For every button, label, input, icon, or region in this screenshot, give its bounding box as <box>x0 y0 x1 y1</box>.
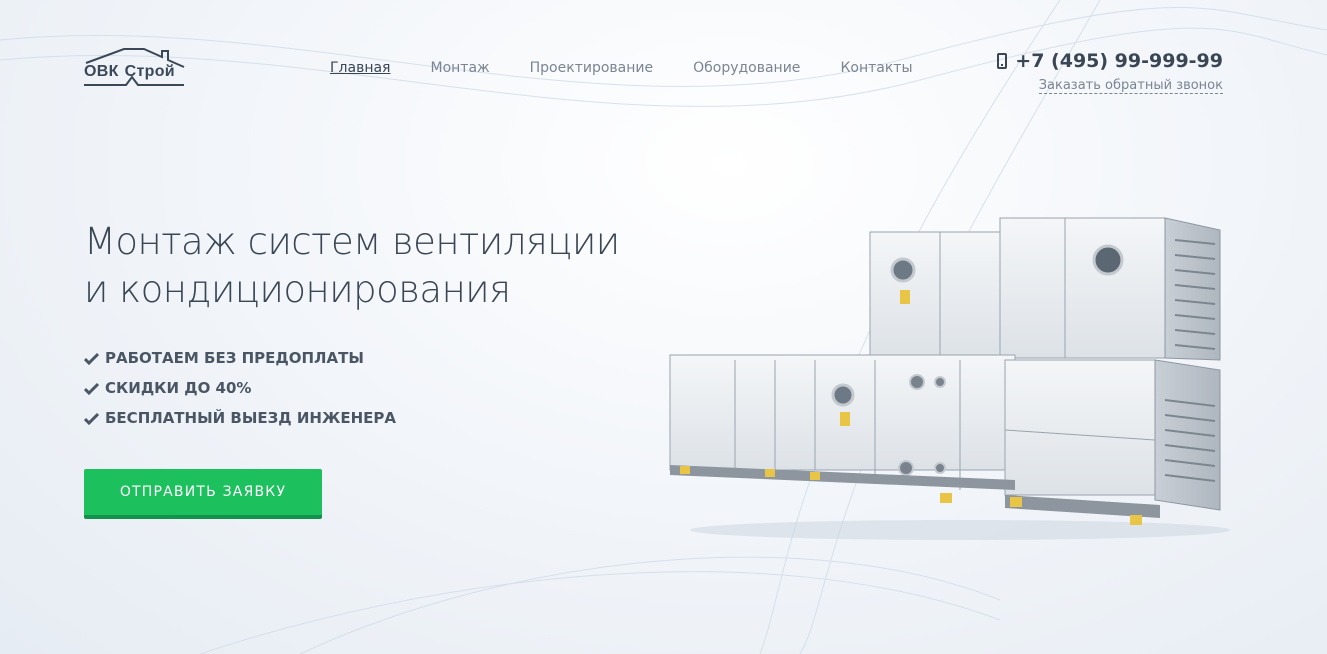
feature-label: РАБОТАЕМ БЕЗ ПРЕДОПЛАТЫ <box>105 349 364 367</box>
checkmark-icon <box>84 382 99 395</box>
logo-text-stroy: Строй <box>124 63 175 80</box>
air-handling-unit-image <box>669 217 1230 540</box>
mobile-phone-icon <box>997 53 1008 69</box>
nav-item-design[interactable]: Проектирование <box>530 60 653 76</box>
nav-item-installation[interactable]: Монтаж <box>430 60 489 76</box>
hero-title-line1: Монтаж систем вентиляции <box>84 220 620 263</box>
feature-item: БЕСПЛАТНЫЙ ВЫЕЗД ИНЖЕНЕРА <box>84 403 396 433</box>
main-nav: Главная Монтаж Проектирование Оборудован… <box>330 60 913 76</box>
logo[interactable]: ОВК Строй <box>84 45 186 90</box>
checkmark-icon <box>84 412 99 425</box>
nav-item-home[interactable]: Главная <box>330 60 390 76</box>
nav-item-contacts[interactable]: Контакты <box>840 60 912 76</box>
feature-item: СКИДКИ ДО 40% <box>84 373 396 403</box>
feature-item: РАБОТАЕМ БЕЗ ПРЕДОПЛАТЫ <box>84 343 396 373</box>
feature-label: БЕСПЛАТНЫЙ ВЫЕЗД ИНЖЕНЕРА <box>105 409 396 427</box>
submit-request-button[interactable]: ОТПРАВИТЬ ЗАЯВКУ <box>84 469 322 519</box>
feature-list: РАБОТАЕМ БЕЗ ПРЕДОПЛАТЫ СКИДКИ ДО 40% БЕ… <box>84 343 396 433</box>
contact-block: +7 (495) 99-999-99 Заказать обратный зво… <box>997 50 1223 94</box>
nav-item-equipment[interactable]: Оборудование <box>693 60 800 76</box>
callback-link[interactable]: Заказать обратный звонок <box>1038 78 1223 94</box>
checkmark-icon <box>84 352 99 365</box>
hero-title: Монтаж систем вентиляции и кондициониров… <box>84 218 684 314</box>
hero-title-line2: и кондиционирования <box>84 268 511 311</box>
feature-label: СКИДКИ ДО 40% <box>105 379 252 397</box>
phone-number[interactable]: +7 (495) 99-999-99 <box>1015 50 1223 72</box>
logo-text-ovk: ОВК <box>84 63 119 80</box>
phone-row: +7 (495) 99-999-99 <box>997 50 1223 72</box>
